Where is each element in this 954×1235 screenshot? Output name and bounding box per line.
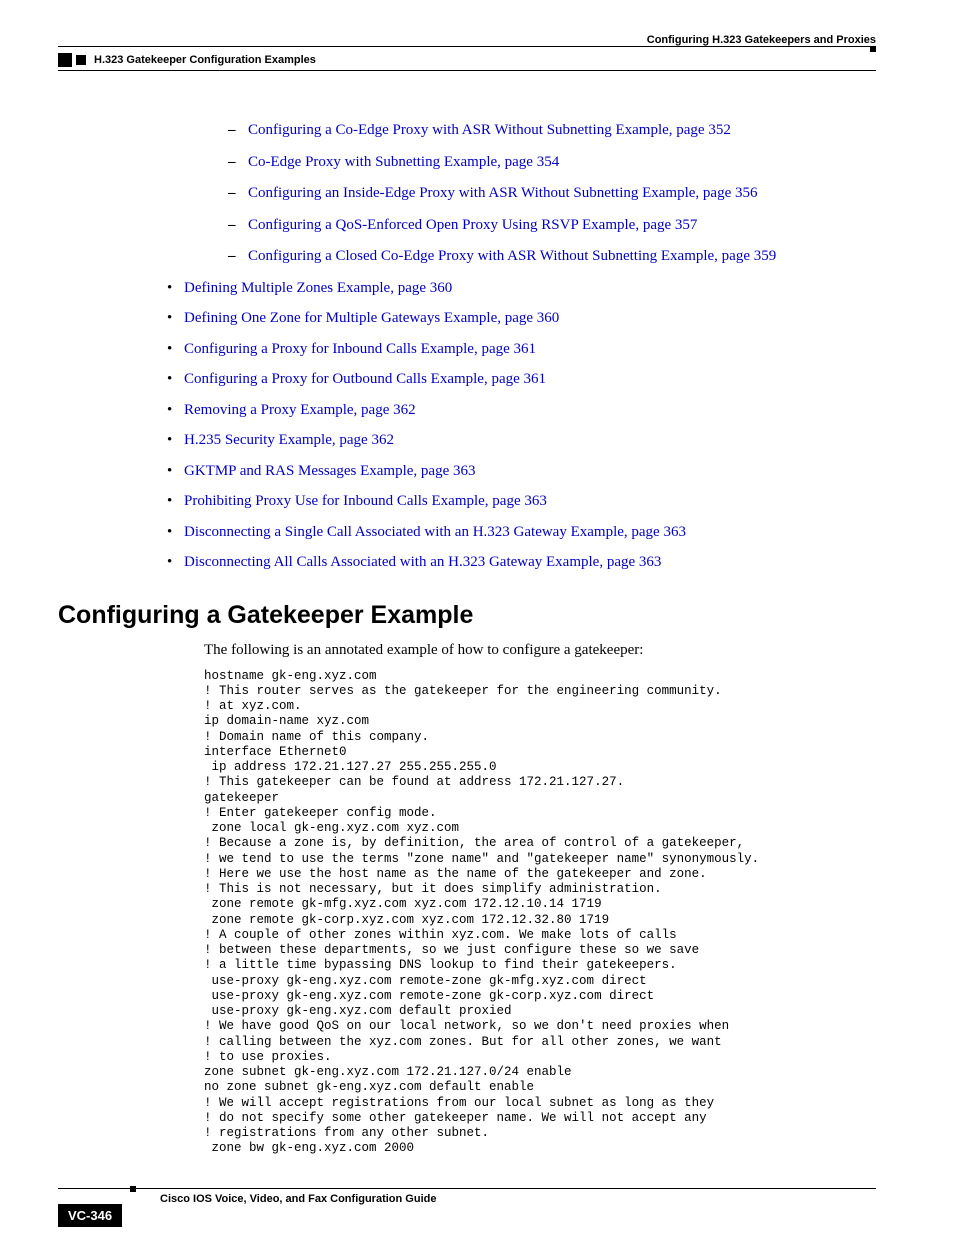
xref-link[interactable]: Co-Edge Proxy with Subnetting Example, p… [248,154,559,170]
xref-link[interactable]: Configuring a Proxy for Outbound Calls E… [184,371,546,387]
list-item: Co-Edge Proxy with Subnetting Example, p… [206,153,876,173]
list-item: H.235 Security Example, page 362 [162,431,876,451]
xref-link[interactable]: Configuring a Co-Edge Proxy with ASR Wit… [248,122,731,138]
main-link-list: Defining Multiple Zones Example, page 36… [162,279,876,573]
xref-link[interactable]: Defining Multiple Zones Example, page 36… [184,280,452,296]
list-item: Disconnecting a Single Call Associated w… [162,523,876,543]
list-item: GKTMP and RAS Messages Example, page 363 [162,462,876,482]
list-item: Configuring a Co-Edge Proxy with ASR Wit… [206,121,876,141]
xref-link[interactable]: Configuring a Proxy for Inbound Calls Ex… [184,341,536,357]
footer-rule [58,1188,876,1189]
list-item: Removing a Proxy Example, page 362 [162,401,876,421]
sub-link-list: Configuring a Co-Edge Proxy with ASR Wit… [206,121,876,267]
xref-link[interactable]: Removing a Proxy Example, page 362 [184,402,416,418]
xref-link[interactable]: H.235 Security Example, page 362 [184,432,394,448]
xref-link[interactable]: Disconnecting a Single Call Associated w… [184,524,686,540]
xref-link[interactable]: Configuring an Inside-Edge Proxy with AS… [248,185,758,201]
header-marker-small [76,55,86,65]
page-number-badge: VC-346 [58,1204,122,1227]
header-chapter-title: Configuring H.323 Gatekeepers and Proxie… [58,34,876,46]
code-block: hostname gk-eng.xyz.com ! This router se… [204,669,876,1157]
page-footer: Cisco IOS Voice, Video, and Fax Configur… [58,1188,876,1205]
xref-link[interactable]: Configuring a QoS-Enforced Open Proxy Us… [248,217,697,233]
list-item: Configuring a QoS-Enforced Open Proxy Us… [206,216,876,236]
xref-link[interactable]: Disconnecting All Calls Associated with … [184,554,661,570]
header-section-title: H.323 Gatekeeper Configuration Examples [94,54,316,66]
section-heading: Configuring a Gatekeeper Example [58,601,876,630]
list-item: Prohibiting Proxy Use for Inbound Calls … [162,492,876,512]
list-item: Configuring an Inside-Edge Proxy with AS… [206,184,876,204]
list-item: Disconnecting All Calls Associated with … [162,553,876,573]
footer-guide-title: Cisco IOS Voice, Video, and Fax Configur… [160,1193,876,1205]
section-intro: The following is an annotated example of… [204,642,876,659]
list-item: Defining One Zone for Multiple Gateways … [162,309,876,329]
header-rule [58,46,876,47]
xref-link[interactable]: GKTMP and RAS Messages Example, page 363 [184,463,476,479]
list-item: Configuring a Proxy for Inbound Calls Ex… [162,340,876,360]
xref-link[interactable]: Prohibiting Proxy Use for Inbound Calls … [184,493,547,509]
list-item: Configuring a Closed Co-Edge Proxy with … [206,247,876,267]
xref-link[interactable]: Configuring a Closed Co-Edge Proxy with … [248,248,776,264]
list-item: Defining Multiple Zones Example, page 36… [162,279,876,299]
header-marker-large [58,53,72,67]
list-item: Configuring a Proxy for Outbound Calls E… [162,370,876,390]
xref-link[interactable]: Defining One Zone for Multiple Gateways … [184,310,559,326]
